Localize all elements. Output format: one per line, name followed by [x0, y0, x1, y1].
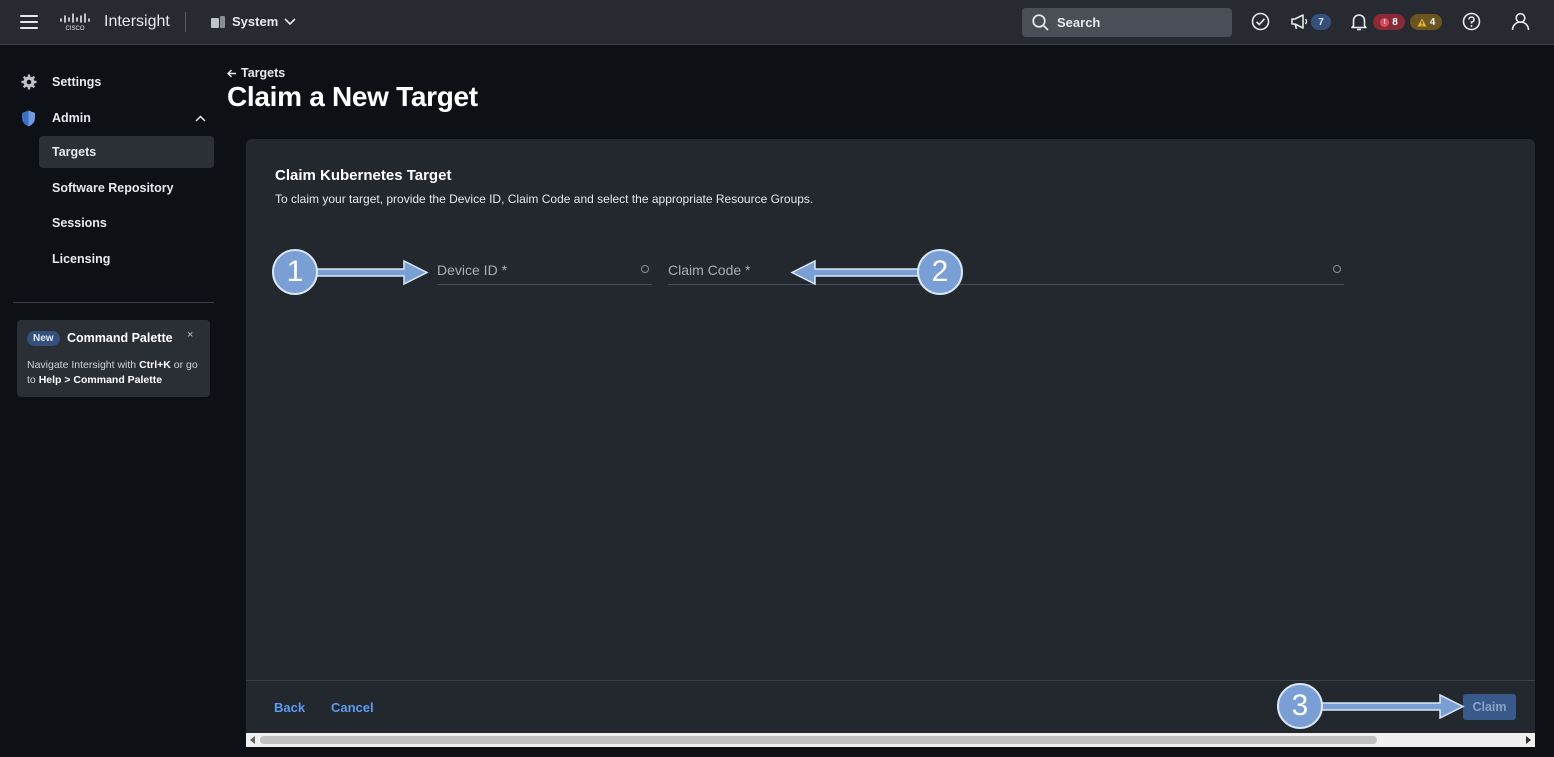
form-description: To claim your target, provide the Device…	[275, 192, 814, 206]
arrow-left-icon	[227, 69, 236, 77]
promo-title: Command Palette	[67, 331, 173, 345]
scrollbar-thumb[interactable]	[260, 736, 1377, 744]
divider	[185, 12, 186, 32]
warning-icon	[1417, 18, 1427, 26]
chevron-up-icon[interactable]	[195, 115, 206, 122]
device-id-input[interactable]	[437, 257, 652, 283]
sidebar-item-targets[interactable]: Targets	[39, 136, 214, 168]
annotation-marker-1: 1	[272, 249, 318, 295]
claim-button[interactable]: Claim	[1463, 694, 1516, 720]
claim-target-panel: Claim Kubernetes Target To claim your ta…	[246, 139, 1535, 733]
command-palette-promo: New Command Palette × Navigate Intersigh…	[17, 320, 210, 397]
sidebar-item-software-repository[interactable]: Software Repository	[39, 172, 214, 204]
form-title: Claim Kubernetes Target	[275, 167, 452, 184]
app-title: Intersight	[104, 13, 170, 30]
promo-shortcut: Ctrl+K	[139, 359, 171, 371]
gear-icon	[21, 74, 37, 90]
system-icon	[211, 15, 225, 28]
sidebar-item-label: Settings	[52, 75, 102, 89]
claim-code-input[interactable]	[668, 257, 1344, 283]
warning-alarms-badge[interactable]: 4	[1410, 14, 1442, 30]
sidebar-item-settings[interactable]: Settings	[0, 66, 228, 98]
scroll-right-arrow-icon[interactable]	[1526, 736, 1531, 744]
announcement-count-badge: 7	[1311, 14, 1331, 30]
sidebar-item-licensing[interactable]: Licensing	[39, 243, 214, 275]
horizontal-scrollbar[interactable]	[246, 733, 1535, 747]
info-icon[interactable]	[641, 265, 649, 273]
menu-icon[interactable]	[20, 15, 38, 29]
promo-text: Navigate Intersight with Ctrl+K or go to…	[27, 358, 205, 388]
new-badge: New	[27, 331, 60, 346]
announcement-icon[interactable]	[1290, 12, 1309, 31]
sidebar: Settings Admin Targets Software Reposito…	[0, 46, 228, 757]
sidebar-item-admin[interactable]: Admin	[0, 102, 228, 134]
close-icon[interactable]: ×	[187, 329, 193, 341]
chevron-down-icon	[284, 17, 296, 25]
annotation-marker-2: 2	[917, 249, 963, 295]
critical-count: 8	[1392, 16, 1398, 28]
divider	[246, 680, 1535, 681]
scroll-left-arrow-icon[interactable]	[250, 736, 255, 744]
divider	[13, 302, 214, 303]
warning-count: 4	[1429, 16, 1436, 28]
announcement-count: 7	[1318, 16, 1324, 28]
promo-path: Help > Command Palette	[38, 374, 163, 386]
critical-icon: !	[1380, 17, 1390, 27]
user-profile-icon[interactable]	[1511, 12, 1530, 31]
search-input[interactable]	[1057, 15, 1217, 30]
search-box[interactable]	[1022, 8, 1232, 37]
critical-alarms-badge[interactable]: ! 8	[1373, 14, 1405, 30]
cisco-logo: CISCO	[60, 13, 90, 31]
top-bar: CISCO Intersight System 7 ! 8 4	[0, 0, 1554, 45]
back-button[interactable]: Back	[274, 700, 305, 715]
svg-text:CISCO: CISCO	[65, 26, 84, 31]
shield-icon	[22, 110, 35, 127]
breadcrumb-back-link[interactable]: Targets	[227, 66, 285, 80]
context-label: System	[232, 14, 279, 29]
sidebar-item-label: Admin	[52, 111, 91, 125]
claim-code-field	[668, 257, 1344, 285]
promo-text-part: Navigate Intersight with	[27, 359, 140, 371]
cancel-button[interactable]: Cancel	[331, 700, 374, 715]
bell-icon[interactable]	[1350, 12, 1368, 31]
breadcrumb: Targets	[241, 66, 286, 80]
page-title: Claim a New Target	[227, 81, 478, 112]
info-icon[interactable]	[1333, 265, 1341, 273]
device-id-field	[437, 257, 652, 285]
tasks-check-icon[interactable]	[1251, 12, 1270, 31]
context-selector[interactable]: System	[210, 14, 296, 29]
search-icon	[1032, 14, 1049, 31]
help-icon[interactable]	[1462, 12, 1481, 31]
annotation-marker-3: 3	[1277, 683, 1323, 729]
sidebar-item-sessions[interactable]: Sessions	[39, 207, 214, 239]
